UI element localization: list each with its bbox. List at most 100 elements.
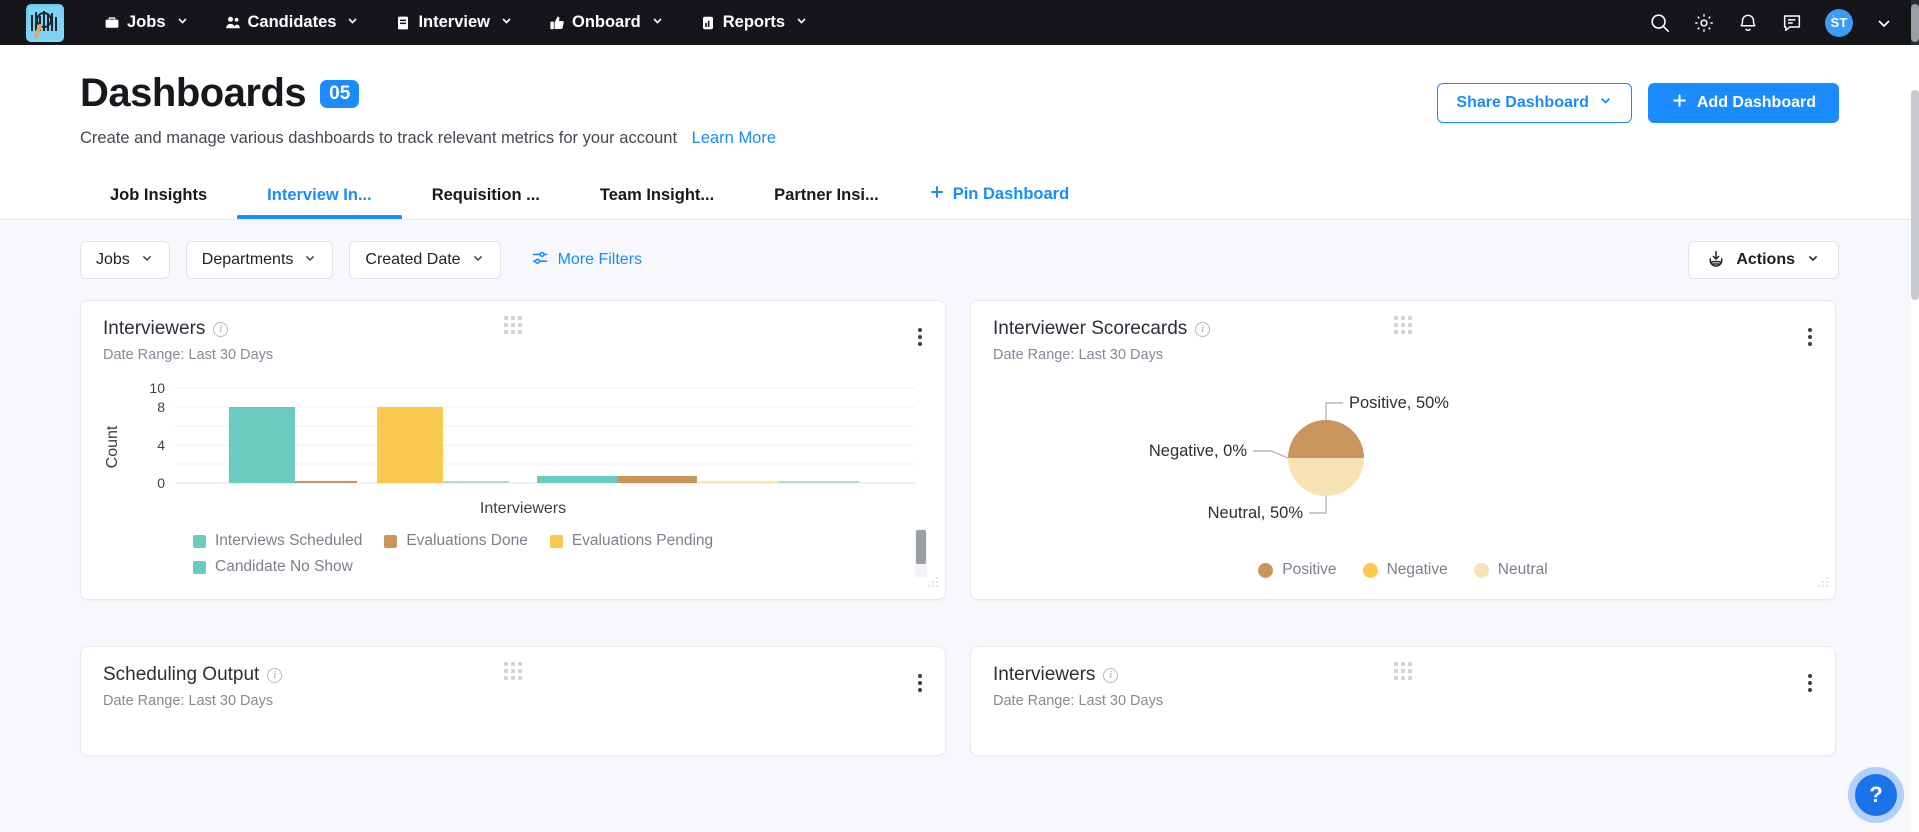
page-scrollbar[interactable] [1911,90,1919,832]
legend-item-evaluations-done[interactable]: Evaluations Done [384,532,528,550]
top-nav-right-actions: ST [1649,0,1905,45]
svg-text:Count: Count [104,425,121,468]
legend-swatch [1473,562,1489,578]
resize-handle-icon[interactable] [926,575,939,593]
top-navigation-bar: Jobs Candidates Interview Onboard Report… [0,0,1919,45]
legend-item-candidate-no-show[interactable]: Candidate No Show [193,558,353,576]
people-icon [225,15,241,31]
tab-job-insights[interactable]: Job Insights [80,176,237,219]
legend-swatch [193,534,206,548]
chevron-down-icon [303,251,317,270]
legend-label: Interviews Scheduled [215,532,363,549]
tab-interview-insights[interactable]: Interview In... [237,176,402,219]
widget-card-interviewer-scorecards: Interviewer Scorecards i Date Range: Las… [970,300,1836,600]
card-title-text: Interviewers [103,318,206,339]
filter-departments[interactable]: Departments [185,241,334,279]
filter-jobs[interactable]: Jobs [80,241,170,279]
pie-chart-legend: Positive Negative Neutral [971,555,1835,579]
legend-label: Positive [1282,561,1337,578]
svg-text:10: 10 [149,380,165,396]
nav-item-candidates[interactable]: Candidates [207,0,378,45]
bar-evaluations-pending-2 [699,481,779,483]
more-filters-button[interactable]: More Filters [531,249,642,272]
legend-label: Negative [1386,561,1448,578]
page-body: Dashboards 05 Create and manage various … [0,45,1919,832]
pie-slice-positive [1288,420,1364,458]
legend-swatch [1258,562,1274,578]
nav-item-onboard[interactable]: Onboard [531,0,682,45]
bar-evaluations-pending [377,407,443,483]
chevron-down-icon [176,13,189,32]
pin-dashboard-button[interactable]: Pin Dashboard [909,174,1089,219]
tab-partner-insights[interactable]: Partner Insi... [744,176,909,219]
briefcase-icon [104,15,120,31]
tab-team-insights[interactable]: Team Insight... [570,176,744,219]
share-dashboard-button[interactable]: Share Dashboard [1437,83,1632,123]
plus-icon [1671,92,1688,114]
legend-item-neutral[interactable]: Neutral [1473,561,1548,579]
kebab-menu-icon[interactable] [915,325,925,349]
actions-button[interactable]: Actions [1688,241,1839,279]
search-icon[interactable] [1649,12,1671,34]
pie-annotation-neutral: Neutral, 50% [1208,504,1304,522]
bell-icon[interactable] [1737,12,1759,34]
legend-label: Neutral [1497,561,1548,578]
tab-requisition[interactable]: Requisition ... [402,176,570,219]
pie-chart: Positive, 50% Negative, 0% Neutral, 50% [971,363,1835,555]
nav-scrollbar-top[interactable] [1911,0,1919,45]
kebab-menu-icon[interactable] [1805,671,1815,695]
info-icon[interactable]: i [213,321,229,337]
widget-card-interviewers: Interviewers i Date Range: Last 30 Days … [80,300,946,600]
chevron-down-icon [140,251,154,270]
avatar[interactable]: ST [1825,8,1853,37]
learn-more-link[interactable]: Learn More [692,129,776,147]
leader-line-neutral [1309,496,1327,514]
drag-handle-icon[interactable] [1394,316,1412,334]
help-button[interactable]: ? [1855,774,1897,816]
info-icon[interactable]: i [267,667,283,683]
add-dashboard-label: Add Dashboard [1696,94,1816,111]
drag-handle-icon[interactable] [504,316,522,334]
card-title-text: Interviewer Scorecards [993,318,1188,339]
legend-scrollbar[interactable] [915,529,927,577]
kebab-menu-icon[interactable] [1805,325,1815,349]
company-logo[interactable] [26,3,64,42]
nav-item-interview[interactable]: Interview [377,0,531,45]
legend-item-positive[interactable]: Positive [1258,561,1337,579]
note-icon [395,15,411,31]
bar-evaluations-done-2 [617,476,697,483]
filter-created-date-label: Created Date [365,251,461,268]
svg-text:8: 8 [157,399,165,415]
chevron-down-icon [346,13,359,32]
chevron-down-icon[interactable] [1875,14,1893,32]
nav-item-jobs[interactable]: Jobs [86,0,207,45]
drag-handle-icon[interactable] [1394,662,1412,680]
svg-text:0: 0 [157,475,165,491]
filter-created-date[interactable]: Created Date [349,241,501,279]
nav-item-label: Reports [722,13,786,31]
kebab-menu-icon[interactable] [915,671,925,695]
resize-handle-icon[interactable] [1816,575,1829,593]
svg-text:Interviewers: Interviewers [480,500,566,517]
nav-item-label: Candidates [247,13,337,31]
nav-item-reports[interactable]: Reports [682,0,826,45]
card-date-range: Date Range: Last 30 Days [103,347,274,363]
legend-item-negative[interactable]: Negative [1362,561,1448,579]
gear-icon[interactable] [1693,12,1715,34]
chart-icon [700,15,716,31]
actions-label: Actions [1736,251,1795,268]
chat-icon[interactable] [1781,12,1803,34]
card-title-text: Scheduling Output [103,664,260,685]
info-icon[interactable]: i [1103,667,1119,683]
dashboard-count-badge: 05 [320,79,360,108]
bar-evaluations-done [295,481,357,483]
legend-swatch [384,534,398,548]
legend-item-evaluations-pending[interactable]: Evaluations Pending [549,532,713,550]
card-title-text: Interviewers [993,664,1096,685]
card-header: Scheduling Output i Date Range: Last 30 … [81,647,945,709]
legend-item-interviews-scheduled[interactable]: Interviews Scheduled [193,532,362,550]
page-subtitle: Create and manage various dashboards to … [80,129,1839,148]
drag-handle-icon[interactable] [504,662,522,680]
info-icon[interactable]: i [1195,321,1211,337]
add-dashboard-button[interactable]: Add Dashboard [1647,83,1839,123]
